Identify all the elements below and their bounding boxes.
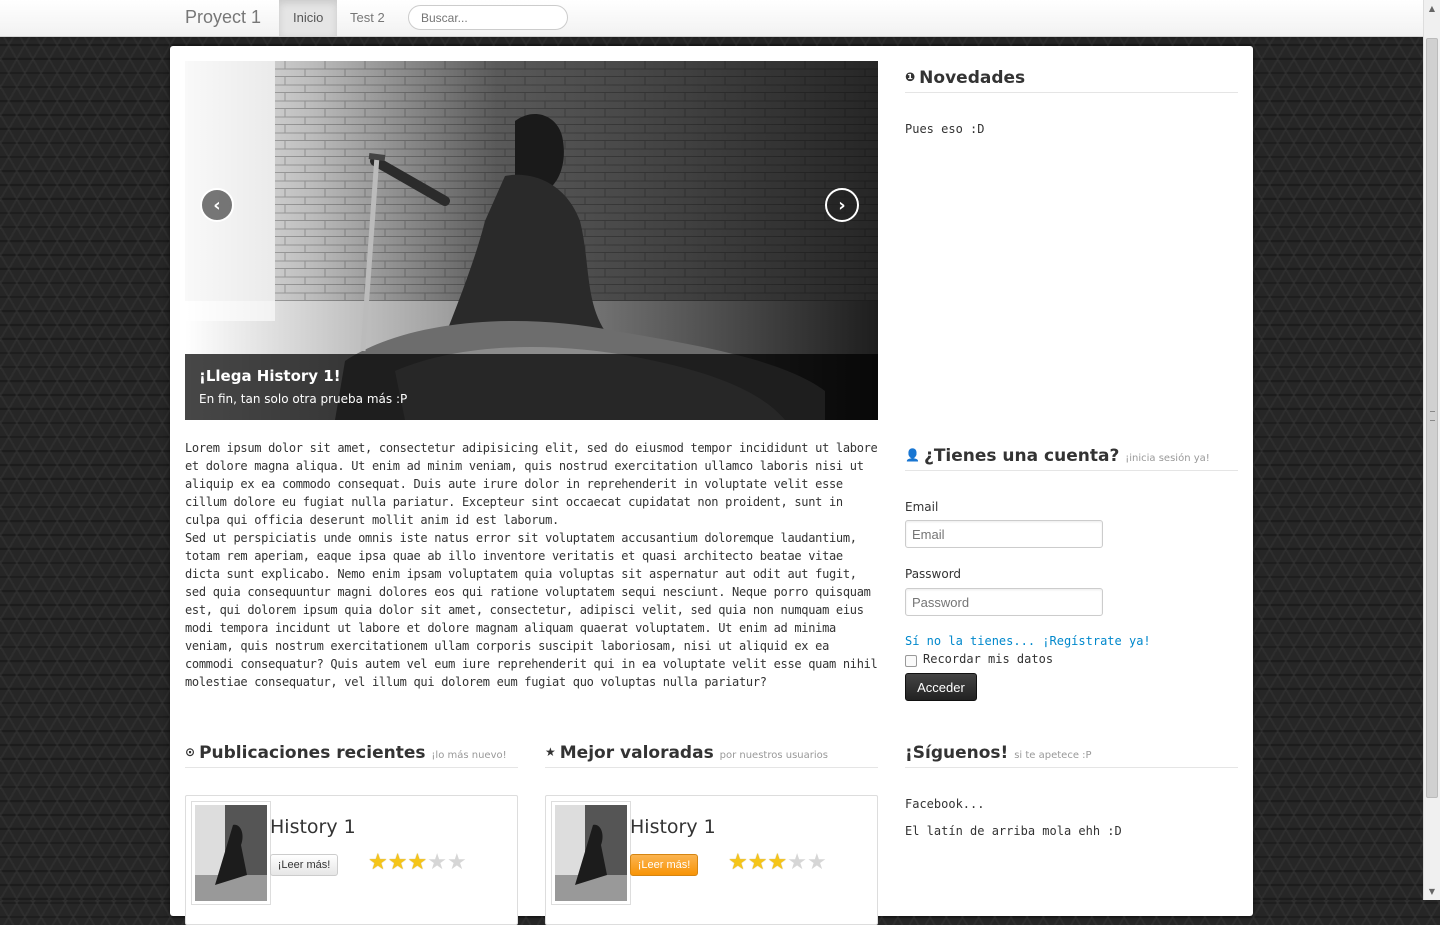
main-container: ‹ › ¡Llega History 1! En fin, tan solo o… <box>170 46 1253 925</box>
email-field[interactable] <box>905 520 1103 548</box>
navbar: Proyect 1 Inicio Test 2 <box>0 0 1423 37</box>
card-title[interactable]: History 1 <box>270 816 356 838</box>
password-label: Password <box>905 567 962 581</box>
scroll-up-arrow-icon[interactable]: ▲ <box>1424 0 1440 17</box>
follow-heading: ¡Síguenos! si te apetece :P <box>905 743 1238 768</box>
star-icon[interactable]: ★ <box>728 850 748 875</box>
story-thumbnail[interactable] <box>191 801 271 905</box>
rating-stars[interactable]: ★★★★★ <box>368 850 467 875</box>
top-rated-subtitle: por nuestros usuarios <box>719 750 828 761</box>
follow-subtitle: si te apetece :P <box>1014 750 1092 761</box>
tab-inicio[interactable]: Inicio <box>279 0 338 36</box>
star-empty-icon[interactable]: ★ <box>787 850 807 875</box>
password-field[interactable] <box>905 588 1103 616</box>
top-rated-card: History 1 ¡Leer más! ★★★★★ <box>545 795 878 925</box>
paragraph-1: Lorem ipsum dolor sit amet, consectetur … <box>185 441 878 527</box>
caption-title: ¡Llega History 1! <box>199 367 341 385</box>
news-text: Pues eso :D <box>905 122 985 136</box>
tab-test-2[interactable]: Test 2 <box>336 0 399 36</box>
follow-line-facebook[interactable]: Facebook... <box>905 797 984 811</box>
paragraph-2: Sed ut perspiciatis unde omnis iste natu… <box>185 531 878 689</box>
chevron-left-icon: ‹ <box>213 195 221 216</box>
search-input[interactable] <box>408 5 568 30</box>
thumbnail-image <box>195 805 267 901</box>
carousel-caption: ¡Llega History 1! En fin, tan solo otra … <box>185 354 878 420</box>
rating-stars[interactable]: ★★★★★ <box>728 850 827 875</box>
remember-label[interactable]: Recordar mis datos <box>923 652 1053 666</box>
carousel-next-button[interactable]: › <box>825 188 859 222</box>
star-icon[interactable]: ★ <box>748 850 768 875</box>
login-title: ¿Tienes una cuenta? <box>923 446 1120 466</box>
brand[interactable]: Proyect 1 <box>185 7 261 28</box>
scroll-down-arrow-icon[interactable]: ▼ <box>1424 883 1440 900</box>
star-empty-icon[interactable]: ★ <box>427 850 447 875</box>
news-title: Novedades <box>919 68 1026 88</box>
login-heading: 👤 ¿Tienes una cuenta? ¡inicia sesión ya! <box>905 446 1238 471</box>
email-label: Email <box>905 500 939 514</box>
remember-checkbox[interactable] <box>905 655 917 667</box>
carousel[interactable]: ‹ › ¡Llega History 1! En fin, tan solo o… <box>185 61 878 420</box>
star-icon: ★ <box>545 745 556 759</box>
news-heading: ❶ Novedades <box>905 68 1238 93</box>
scrollbar-thumb[interactable] <box>1426 38 1438 798</box>
star-icon[interactable]: ★ <box>407 850 427 875</box>
star-empty-icon[interactable]: ★ <box>807 850 827 875</box>
follow-title: ¡Síguenos! <box>905 743 1009 763</box>
grip-icon <box>1430 411 1435 421</box>
login-subtitle: ¡inicia sesión ya! <box>1125 453 1210 464</box>
register-link[interactable]: Sí no la tienes... ¡Regístrate ya! <box>905 634 1151 648</box>
recent-title: Publicaciones recientes <box>199 743 426 763</box>
recent-subtitle: ¡lo más nuevo! <box>431 750 507 761</box>
read-more-button[interactable]: ¡Leer más! <box>270 854 338 876</box>
star-icon[interactable]: ★ <box>767 850 787 875</box>
top-rated-title: Mejor valoradas <box>559 743 714 763</box>
user-icon: 👤 <box>905 448 920 462</box>
scrollbar[interactable]: ▲ ▼ <box>1423 0 1440 900</box>
card-title[interactable]: History 1 <box>630 816 716 838</box>
clock-icon: ⊙ <box>185 745 196 759</box>
story-thumbnail[interactable] <box>551 801 631 905</box>
star-empty-icon[interactable]: ★ <box>447 850 467 875</box>
login-submit-button[interactable]: Acceder <box>905 673 977 701</box>
info-icon: ❶ <box>905 70 916 84</box>
thumbnail-image <box>555 805 627 901</box>
caption-text: En fin, tan solo otra prueba más :P <box>199 392 408 406</box>
chevron-right-icon: › <box>838 195 846 216</box>
star-icon[interactable]: ★ <box>388 850 408 875</box>
recent-heading: ⊙ Publicaciones recientes ¡lo más nuevo! <box>185 743 518 768</box>
read-more-button[interactable]: ¡Leer más! <box>630 854 698 876</box>
carousel-prev-button[interactable]: ‹ <box>200 188 234 222</box>
follow-line-text: El latín de arriba mola ehh :D <box>905 824 1122 838</box>
star-icon[interactable]: ★ <box>368 850 388 875</box>
recent-card: History 1 ¡Leer más! ★★★★★ <box>185 795 518 925</box>
top-rated-heading: ★ Mejor valoradas por nuestros usuarios <box>545 743 878 768</box>
